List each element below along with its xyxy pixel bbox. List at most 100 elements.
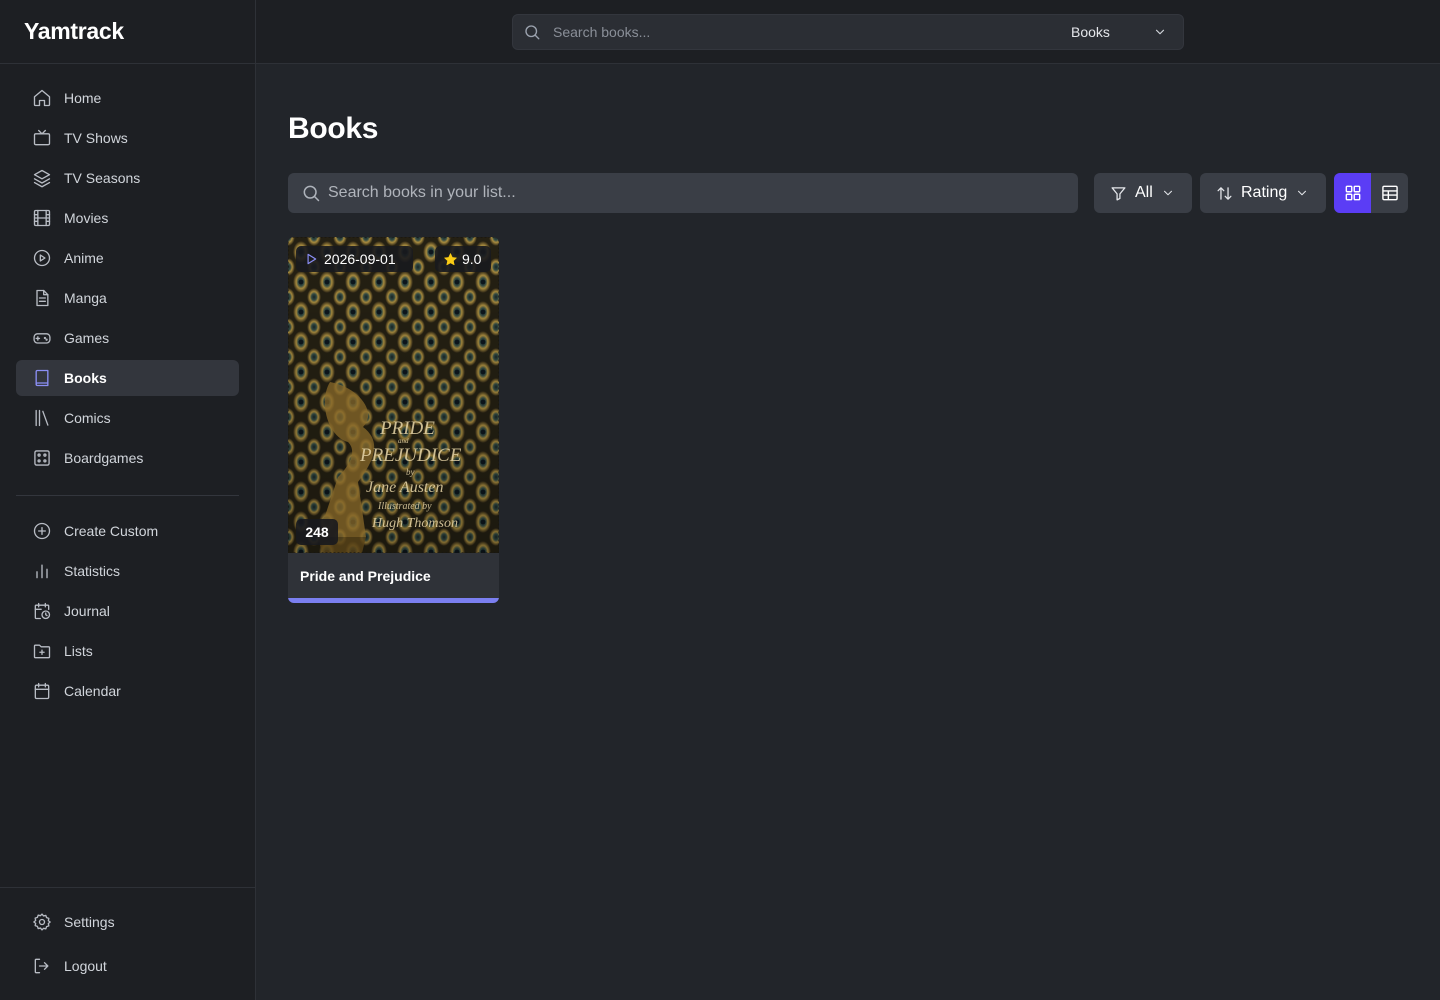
book-icon [32, 368, 52, 388]
sidebar-nav: Home TV Shows TV Seasons Movies Anime Ma… [0, 64, 255, 476]
status-filter-button[interactable]: All [1094, 173, 1192, 213]
sidebar-item-label: Boardgames [64, 450, 144, 466]
library-icon [32, 408, 52, 428]
progress-count-badge: 248 [296, 519, 338, 545]
sort-button[interactable]: Rating [1200, 173, 1326, 213]
calendar-clock-icon [32, 601, 52, 621]
list-search [288, 173, 1078, 213]
card-title[interactable]: Pride and Prejudice [300, 568, 431, 584]
book-cover-image: PRIDE and PREJUDICE by Jane Austen Illus… [288, 237, 499, 553]
svg-text:PRIDE: PRIDE [379, 418, 435, 439]
app-logo[interactable]: Yamtrack [0, 0, 255, 64]
sidebar-item-anime[interactable]: Anime [16, 240, 239, 276]
table-icon [1381, 185, 1398, 201]
svg-text:PREJUDICE: PREJUDICE [359, 445, 462, 466]
page-title: Books [288, 112, 379, 145]
sidebar-item-label: Books [64, 370, 107, 386]
sidebar-item-manga[interactable]: Manga [16, 280, 239, 316]
chevron-down-icon [1153, 25, 1167, 39]
sidebar: Yamtrack Home TV Shows TV Seasons Movies… [0, 0, 256, 1000]
sidebar-item-games[interactable]: Games [16, 320, 239, 356]
dice-icon [32, 448, 52, 468]
sidebar-item-comics[interactable]: Comics [16, 400, 239, 436]
sidebar-item-label: Games [64, 330, 110, 346]
sidebar-item-label: TV Seasons [64, 170, 141, 186]
sort-label: Rating [1241, 184, 1288, 201]
sidebar-item-label: Movies [64, 210, 109, 226]
sidebar-item-movies[interactable]: Movies [16, 200, 239, 236]
sidebar-item-journal[interactable]: Journal [16, 593, 239, 629]
sidebar-item-label: Logout [64, 958, 107, 974]
star-icon [444, 252, 457, 265]
svg-text:Jane Austen: Jane Austen [366, 479, 443, 496]
sidebar-item-settings[interactable]: Settings [16, 904, 239, 940]
table-view-button[interactable] [1371, 173, 1408, 213]
chevron-down-icon [1161, 186, 1175, 200]
plus-circle-icon [32, 521, 52, 541]
sidebar-item-calendar[interactable]: Calendar [16, 673, 239, 709]
global-search-input[interactable] [553, 24, 1043, 40]
sidebar-item-label: Comics [64, 410, 111, 426]
top-bar: Books [256, 0, 1440, 64]
logout-icon [32, 956, 52, 976]
sidebar-item-tv-seasons[interactable]: TV Seasons [16, 160, 239, 196]
play-circle-icon [32, 248, 52, 268]
folder-plus-icon [32, 641, 52, 661]
media-card[interactable]: PRIDE and PREJUDICE by Jane Austen Illus… [288, 237, 499, 603]
status-filter-label: All [1135, 184, 1153, 201]
sidebar-item-label: Journal [64, 603, 110, 619]
home-icon [32, 88, 52, 108]
date-badge: 2026-09-01 [296, 246, 413, 272]
sidebar-item-label: Manga [64, 290, 107, 306]
search-icon [523, 23, 541, 41]
sidebar-item-boardgames[interactable]: Boardgames [16, 440, 239, 476]
sort-icon [1217, 186, 1232, 200]
sidebar-footer: Settings Logout [0, 887, 255, 1000]
sidebar-divider [16, 495, 239, 496]
grid-icon [1345, 185, 1360, 201]
chevron-down-icon [1295, 186, 1309, 200]
svg-text:by: by [406, 467, 415, 477]
sidebar-item-logout[interactable]: Logout [16, 948, 239, 984]
sidebar-item-label: TV Shows [64, 130, 128, 146]
tv-icon [32, 128, 52, 148]
film-icon [32, 208, 52, 228]
sidebar-item-lists[interactable]: Lists [16, 633, 239, 669]
book-cover: PRIDE and PREJUDICE by Jane Austen Illus… [288, 237, 499, 553]
gamepad-icon [32, 328, 52, 348]
sidebar-item-create-custom[interactable]: Create Custom [16, 513, 239, 549]
document-icon [32, 288, 52, 308]
sidebar-item-home[interactable]: Home [16, 80, 239, 116]
svg-text:Hugh Thomson: Hugh Thomson [371, 516, 458, 531]
filter-icon [1111, 186, 1126, 201]
play-icon [307, 253, 317, 265]
sidebar-item-tv-shows[interactable]: TV Shows [16, 120, 239, 156]
view-toggle [1334, 173, 1408, 213]
sidebar-item-label: Anime [64, 250, 104, 266]
list-search-input[interactable] [328, 184, 1048, 202]
date-value: 2026-09-01 [324, 251, 396, 267]
media-type-value: Books [1071, 24, 1110, 40]
sidebar-item-label: Calendar [64, 683, 121, 699]
sidebar-item-label: Home [64, 90, 102, 106]
rating-badge: 9.0 [435, 246, 491, 272]
svg-text:Illustrated by: Illustrated by [377, 501, 432, 512]
media-type-select[interactable]: Books [1055, 15, 1183, 49]
sidebar-item-statistics[interactable]: Statistics [16, 553, 239, 589]
sidebar-item-label: Statistics [64, 563, 121, 579]
bar-chart-icon [32, 561, 52, 581]
sidebar-item-label: Create Custom [64, 523, 159, 539]
grid-view-button[interactable] [1334, 173, 1371, 213]
layers-icon [32, 168, 52, 188]
global-search: Books [512, 14, 1184, 50]
sidebar-item-label: Settings [64, 914, 115, 930]
gear-icon [32, 912, 52, 932]
progress-bar-fill [288, 598, 499, 603]
calendar-icon [32, 681, 52, 701]
rating-value: 9.0 [462, 251, 482, 267]
search-icon [301, 183, 321, 203]
progress-bar [288, 598, 499, 603]
svg-text:and: and [398, 437, 409, 445]
sidebar-item-label: Lists [64, 643, 93, 659]
sidebar-item-books[interactable]: Books [16, 360, 239, 396]
